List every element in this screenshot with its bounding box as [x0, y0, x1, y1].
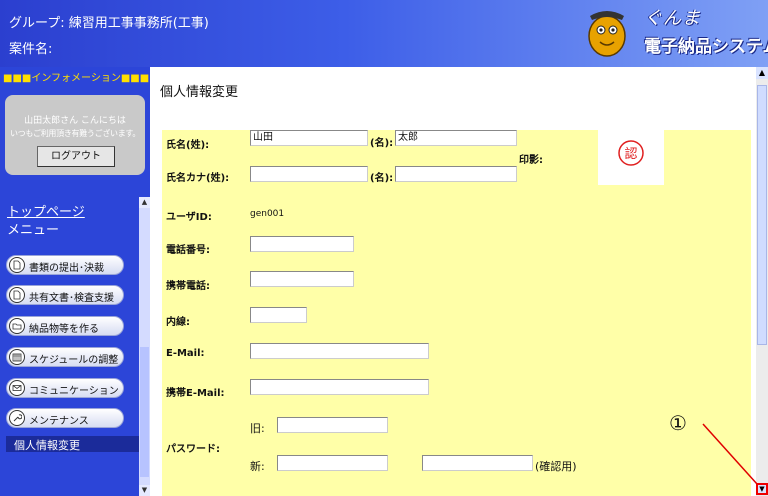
first-name-label: (名): [370, 138, 394, 149]
seal-stamp-icon: 認 [618, 140, 644, 166]
menu-item-label: 個人情報変更 [14, 439, 80, 452]
menu-item-label: コミュニケーション [29, 386, 119, 397]
seal-char: 認 [624, 146, 637, 162]
case-name: 案件名: [9, 42, 53, 57]
menu-item-profile-edit[interactable]: 個人情報変更 [6, 436, 146, 452]
password-label: パスワード: [166, 444, 220, 455]
menu-item-maintenance[interactable]: メンテナンス [6, 408, 124, 428]
top-page-link[interactable]: トップページ [7, 201, 85, 220]
logo-text-system: 電子納品システム [644, 37, 768, 57]
menu-item-label: 書類の提出･決裁 [29, 263, 104, 274]
folder-icon [9, 318, 25, 334]
mobile-email-label: 携帯E-Mail: [166, 388, 225, 399]
document-icon [9, 287, 25, 303]
kana-first-name-label: (名): [370, 173, 394, 184]
user-greeting: 山田太郎さん こんにちは [24, 116, 126, 126]
last-name-input[interactable]: 山田 [250, 130, 368, 146]
new-password-label: 新: [250, 460, 265, 473]
phone-input[interactable] [250, 236, 354, 252]
phone-label: 電話番号: [166, 245, 210, 256]
kana-last-name-label: 氏名カナ(姓): [166, 173, 230, 184]
old-password-label: 旧: [250, 422, 265, 435]
menu-item-label: スケジュールの調整 [29, 355, 119, 366]
menu-item-label: 納品物等を作る [29, 324, 99, 335]
logo-text-gunma: ぐんま [644, 8, 701, 29]
user-id-value: gen001 [250, 209, 285, 219]
sidebar-scrollbar[interactable]: ▲ ▼ [139, 197, 150, 496]
last-name-label: 氏名(姓): [166, 140, 210, 151]
mascot-icon [588, 11, 626, 57]
menu-item-label: 共有文書･検査支援 [29, 293, 114, 304]
logout-button[interactable]: ログアウト [37, 146, 115, 167]
group-name: グループ: 練習用工事事務所(工事) [9, 16, 209, 31]
menu-item-label: メンテナンス [29, 416, 89, 427]
profile-form: 氏名(姓): 山田 (名): 太郎 印影: 認 氏名カナ(姓): (名): ユー… [162, 130, 751, 496]
document-icon [9, 257, 25, 273]
scroll-up-icon[interactable]: ▲ [756, 67, 768, 79]
scroll-up-icon[interactable]: ▲ [139, 197, 150, 208]
calendar-icon [9, 349, 25, 365]
seal-image: 認 [598, 130, 664, 185]
user-thanks: いつもご利用頂き有難うございます。 [9, 129, 141, 138]
menu-heading: メニュー [7, 223, 60, 238]
wrench-icon [9, 410, 25, 426]
nav-menu: トップページ メニュー 書類の提出･決裁 共有文書･検査支援 納品物等を作る ス… [0, 193, 150, 496]
sidebar-scroll-thumb[interactable] [140, 347, 149, 477]
email-input[interactable] [250, 343, 429, 359]
old-password-input[interactable] [277, 417, 388, 433]
menu-item-communication[interactable]: コミュニケーション [6, 378, 124, 398]
main-scroll-thumb[interactable] [757, 85, 767, 345]
extension-label: 内線: [166, 317, 190, 328]
scroll-down-icon[interactable]: ▼ [139, 485, 150, 496]
app-header: グループ: 練習用工事事務所(工事) 案件名: ぐんま 電子納品システム [0, 0, 768, 67]
email-label: E-Mail: [166, 348, 205, 359]
confirm-password-input[interactable] [422, 455, 533, 471]
annotation-number: ① [669, 411, 687, 435]
app-logo: ぐんま 電子納品システム [582, 6, 768, 62]
seal-label: 印影: [519, 155, 543, 166]
kana-last-name-input[interactable] [250, 166, 368, 182]
extension-input[interactable] [250, 307, 307, 323]
menu-item-document-submit[interactable]: 書類の提出･決裁 [6, 255, 124, 275]
main-scrollbar[interactable]: ▲ ▼ [756, 67, 768, 496]
menu-item-schedule[interactable]: スケジュールの調整 [6, 347, 124, 367]
page-title: 個人情報変更 [160, 85, 239, 100]
mobile-phone-input[interactable] [250, 271, 354, 287]
first-name-input[interactable]: 太郎 [395, 130, 517, 146]
mobile-email-input[interactable] [250, 379, 429, 395]
sidebar: ■■■インフォメーション■■■ 山田太郎さん こんにちは いつもご利用頂き有難う… [0, 67, 150, 496]
mail-icon [9, 380, 25, 396]
user-box: 山田太郎さん こんにちは いつもご利用頂き有難うございます。 ログアウト [5, 95, 145, 175]
confirm-password-label: (確認用) [535, 460, 577, 473]
menu-item-shared-docs[interactable]: 共有文書･検査支援 [6, 285, 124, 305]
menu-item-deliverables[interactable]: 納品物等を作る [6, 316, 124, 336]
kana-first-name-input[interactable] [395, 166, 517, 182]
user-id-label: ユーザID: [166, 212, 212, 223]
new-password-input[interactable] [277, 455, 388, 471]
scroll-down-icon[interactable]: ▼ [756, 483, 768, 495]
information-bar: ■■■インフォメーション■■■ [3, 73, 150, 84]
main-content: 個人情報変更 氏名(姓): 山田 (名): 太郎 印影: 認 氏名カナ(姓): … [150, 67, 756, 496]
mobile-phone-label: 携帯電話: [166, 281, 210, 292]
